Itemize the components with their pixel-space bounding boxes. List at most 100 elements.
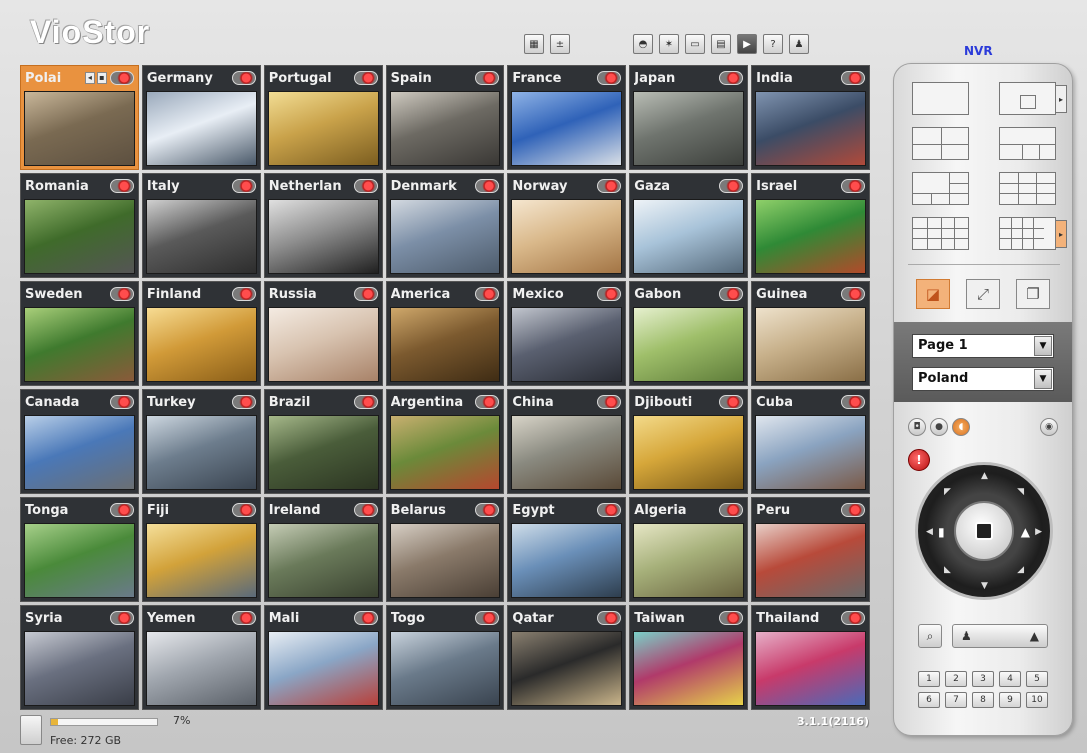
camera-tile[interactable]: Germany [141,65,261,170]
camera-tile[interactable]: Qatar [507,605,627,710]
chevron-down-icon[interactable]: ▼ [1034,336,1052,356]
camera-video-feed[interactable] [389,91,501,166]
microphone-button[interactable]: ◉ [1040,418,1058,436]
arrow-left-icon[interactable]: ◀ [926,527,933,537]
camera-video-feed[interactable] [389,307,501,382]
camera-tile[interactable]: Gaza [629,173,749,278]
camera-video-feed[interactable] [755,415,866,490]
preset-button[interactable]: 5 [1026,671,1048,687]
camera-tile[interactable]: Taiwan [629,605,749,710]
camera-tile[interactable]: Togo [385,605,505,710]
camera-video-feed[interactable] [511,415,623,490]
arrow-right-icon[interactable]: ▶ [1035,527,1042,537]
camera-tile[interactable]: Ireland [263,497,383,602]
speaker-icon[interactable]: ◂ [84,72,95,84]
layout-4x4-button[interactable] [912,217,969,250]
camera-tile[interactable]: Peru [751,497,870,602]
camera-tile[interactable]: Finland [141,281,261,386]
arrow-up-icon[interactable]: ▲ [981,471,988,481]
camera-video-feed[interactable] [145,415,257,490]
alarm-button[interactable]: ! [908,449,930,471]
preset-button[interactable]: 1 [918,671,940,687]
camera-video-feed[interactable] [24,631,135,706]
camera-tile[interactable]: Tonga [20,497,139,602]
camera-tile[interactable]: Polai ◂ ▪ [20,65,139,170]
camera-video-feed[interactable] [145,523,257,598]
camera-video-feed[interactable] [511,307,623,382]
arrow-down-icon[interactable]: ▼ [981,581,988,591]
camera-video-feed[interactable] [267,631,379,706]
camera-tile[interactable]: Norway [507,173,627,278]
camera-video-feed[interactable] [267,199,379,274]
camera-tile[interactable]: Syria [20,605,139,710]
record-button[interactable]: ● [930,418,948,436]
group-select[interactable]: Poland ▼ [912,367,1054,391]
layout-2x2-button[interactable] [912,127,969,160]
layout-1plus3-button[interactable] [999,127,1056,160]
playback-button[interactable]: ▶ [737,34,757,54]
camera-video-feed[interactable] [755,91,866,166]
arrow-up-left-icon[interactable]: ◤ [944,487,951,497]
arrow-down-left-icon[interactable]: ◣ [944,565,951,575]
focus-far-icon[interactable]: ▲ [1021,525,1030,539]
chevron-down-icon[interactable]: ▼ [1034,369,1052,389]
camera-tile[interactable]: Algeria [629,497,749,602]
snapshot-button[interactable]: ◘ [908,418,926,436]
camera-tile[interactable]: Denmark [385,173,505,278]
monitor-button[interactable]: ◓ [633,34,653,54]
recording-button[interactable]: ▭ [685,34,705,54]
camera-video-feed[interactable] [389,415,501,490]
preset-button[interactable]: 4 [999,671,1021,687]
camera-tile[interactable]: Yemen [141,605,261,710]
camera-tile[interactable]: America [385,281,505,386]
camera-tile[interactable]: Djibouti [629,389,749,494]
focus-near-icon[interactable]: ▮ [938,525,945,539]
chevron-right-icon[interactable]: ▸ [1055,85,1067,113]
camera-video-feed[interactable] [633,631,745,706]
camera-tile[interactable]: Italy [141,173,261,278]
live-view-mode-button[interactable]: ◪ [916,279,950,309]
camera-tile[interactable]: Belarus [385,497,505,602]
layout-1plus5-button[interactable] [912,172,969,205]
camera-video-feed[interactable] [389,631,501,706]
sequence-button[interactable]: ± [550,34,570,54]
camera-video-feed[interactable] [145,199,257,274]
camera-video-feed[interactable] [267,415,379,490]
fullscreen-button[interactable]: ⤢ [966,279,1000,309]
camera-video-feed[interactable] [633,91,745,166]
camera-settings-button[interactable]: ✶ [659,34,679,54]
preset-button[interactable]: 8 [972,692,994,708]
camera-tile[interactable]: Gabon [629,281,749,386]
camera-video-feed[interactable] [755,307,866,382]
camera-tile[interactable]: Romania [20,173,139,278]
preset-button[interactable]: 10 [1026,692,1048,708]
camera-video-feed[interactable] [511,631,623,706]
camera-tile[interactable]: Mali [263,605,383,710]
camera-tile[interactable]: Fiji [141,497,261,602]
camera-tile[interactable]: France [507,65,627,170]
preset-button[interactable]: 6 [918,692,940,708]
camera-tile[interactable]: Brazil [263,389,383,494]
camera-tile[interactable]: Portugal [263,65,383,170]
camera-tile[interactable]: India [751,65,870,170]
user-button[interactable]: ♟ [789,34,809,54]
camera-video-feed[interactable] [511,199,623,274]
camera-video-feed[interactable] [633,199,745,274]
page-select[interactable]: Page 1 ▼ [912,334,1054,358]
camera-tile[interactable]: Mexico [507,281,627,386]
camera-video-feed[interactable] [389,523,501,598]
help-button[interactable]: ? [763,34,783,54]
camera-tile[interactable]: Israel [751,173,870,278]
multi-window-button[interactable]: ❐ [1016,279,1050,309]
camera-tile[interactable]: Cuba [751,389,870,494]
system-button[interactable]: ▤ [711,34,731,54]
chevron-right-icon[interactable]: ▸ [1055,220,1067,248]
multi-view-button[interactable]: ▦ [524,34,544,54]
camera-video-feed[interactable] [633,307,745,382]
camera-video-feed[interactable] [389,199,501,274]
camera-video-feed[interactable] [267,523,379,598]
camera-video-feed[interactable] [24,91,135,166]
zoom-slider[interactable]: ♟ ▲ [952,624,1048,648]
camera-video-feed[interactable] [755,523,866,598]
ptz-joystick[interactable]: ▲ ▼ ◀ ▶ ◤ ◥ ◣ ◢ ▮ ▲ [915,462,1053,600]
